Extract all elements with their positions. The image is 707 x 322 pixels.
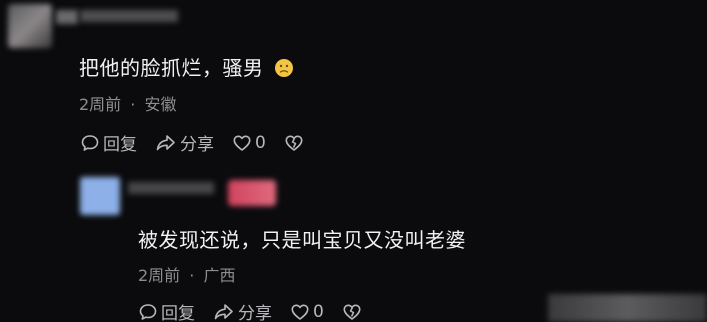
comment-actions: 回复 分享 0 — [80, 130, 322, 155]
like-count: 0 — [255, 132, 266, 153]
dislike-button[interactable] — [284, 133, 304, 153]
share-label: 分享 — [238, 304, 272, 322]
share-arrow-icon — [214, 303, 233, 319]
reply-avatar[interactable] — [80, 177, 120, 215]
reply-button[interactable]: 回复 — [80, 130, 137, 155]
reply-text: 被发现还说，只是叫宝贝又没叫老婆 — [138, 228, 466, 252]
comment-text-content: 把他的脸抓烂，骚男 — [79, 56, 264, 80]
broken-heart-icon — [285, 135, 303, 151]
share-arrow-icon — [156, 134, 175, 150]
like-count: 0 — [313, 301, 324, 322]
reply-username-blurred[interactable] — [128, 182, 214, 194]
comment-text: 把他的脸抓烂，骚男 — [79, 52, 294, 81]
reply-meta: 2周前 · 广西 — [138, 262, 235, 286]
share-button[interactable]: 分享 — [213, 299, 272, 322]
heart-icon — [291, 304, 309, 320]
broken-heart-icon — [343, 304, 361, 320]
reply-time: 2周前 — [138, 266, 181, 285]
heart-icon — [233, 135, 251, 151]
username-blurred-extra — [80, 10, 178, 22]
reply-badge-blurred — [228, 180, 276, 206]
comment-meta: 2周前 · 安徽 — [79, 91, 176, 115]
share-label: 分享 — [180, 135, 214, 155]
reply-actions: 回复 分享 0 — [138, 299, 380, 322]
slightly-frowning-face-emoji — [275, 59, 294, 77]
dislike-button[interactable] — [342, 302, 362, 322]
like-button[interactable]: 0 — [232, 133, 266, 153]
meta-separator: · — [189, 266, 195, 285]
reply-label: 回复 — [103, 135, 137, 155]
meta-separator: · — [130, 95, 136, 114]
reply-bubble-icon — [81, 134, 99, 151]
watermark-blurred — [548, 294, 707, 322]
comment-thread: 把他的脸抓烂，骚男 2周前 · 安徽 回复 分享 0 被发现还说，只是叫宝贝又没… — [0, 0, 707, 322]
reply-label: 回复 — [161, 304, 195, 322]
avatar[interactable] — [8, 4, 52, 48]
share-button[interactable]: 分享 — [155, 130, 214, 155]
reply-button[interactable]: 回复 — [138, 299, 195, 322]
reply-location: 广西 — [203, 266, 236, 285]
comment-time: 2周前 — [79, 95, 122, 114]
reply-bubble-icon — [139, 303, 157, 320]
comment-location: 安徽 — [144, 95, 177, 114]
like-button[interactable]: 0 — [290, 302, 324, 322]
username-blurred[interactable] — [56, 10, 78, 24]
